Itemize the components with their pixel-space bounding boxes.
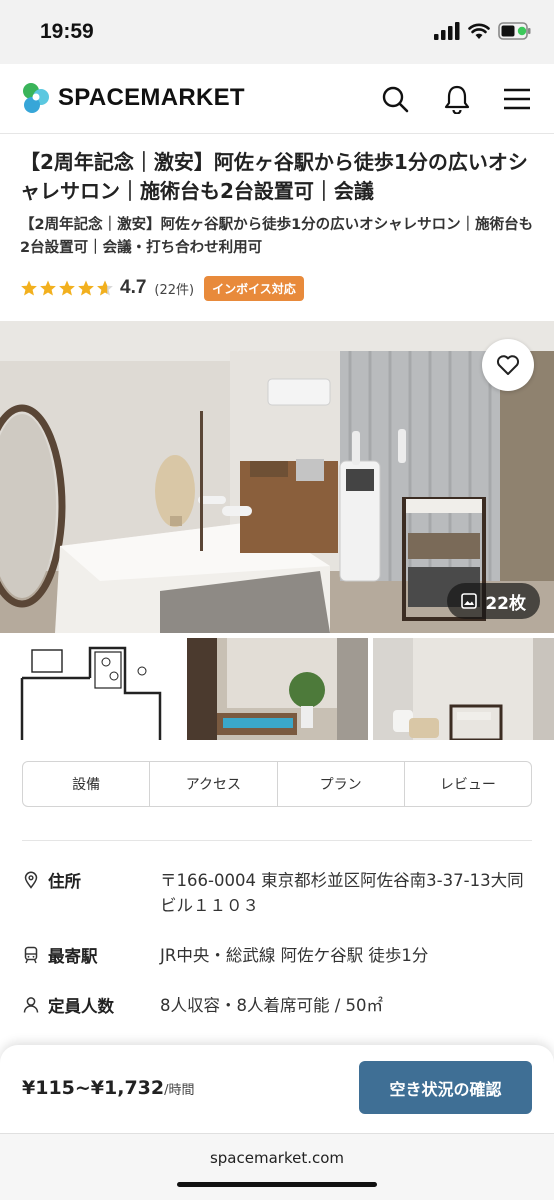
divider bbox=[22, 840, 532, 841]
tab-equipment[interactable]: 設備 bbox=[23, 762, 151, 806]
menu-icon[interactable] bbox=[502, 84, 532, 114]
price-range: ¥115~¥1,732/時間 bbox=[22, 1077, 195, 1099]
capacity-value: 8人収容・8人着席可能 / 50㎡ bbox=[160, 996, 384, 1015]
thumbnail-floorplan[interactable] bbox=[0, 638, 182, 740]
image-icon bbox=[461, 593, 478, 609]
site-header: SPACEMARKET bbox=[0, 64, 554, 134]
status-time: 19:59 bbox=[40, 20, 94, 43]
thumbnail-photo-2 bbox=[187, 638, 368, 740]
booking-bar: ¥115~¥1,732/時間 空き状況の確認 bbox=[0, 1045, 554, 1133]
thumbnail-photo-3 bbox=[373, 638, 554, 740]
address-row: 住所 〒166-0004 東京都杉並区阿佐谷南3-37-13大同ビル１１０３ bbox=[22, 868, 537, 918]
star-icon bbox=[78, 280, 94, 296]
rating-row[interactable]: 4.7 (22件) インボイス対応 bbox=[20, 274, 304, 302]
thumbnail-2[interactable] bbox=[187, 638, 368, 740]
logo-text: SPACEMARKET bbox=[58, 84, 245, 111]
rating-value: 4.7 bbox=[120, 277, 147, 298]
spacemarket-logo[interactable]: SPACEMARKET bbox=[20, 80, 245, 116]
section-tabs: 設備 アクセス プラン レビュー bbox=[22, 761, 532, 807]
signal-icon bbox=[434, 22, 460, 40]
invoice-badge: インボイス対応 bbox=[204, 275, 304, 301]
url-text: spacemarket.com bbox=[209, 1149, 345, 1167]
hero-photo[interactable]: 22枚 bbox=[0, 321, 554, 633]
status-bar: 19:59 bbox=[0, 0, 554, 64]
address-label: 住所 bbox=[48, 872, 81, 891]
wifi-icon bbox=[468, 23, 490, 39]
rating-stars bbox=[20, 279, 114, 297]
station-row: 最寄駅 JR中央・総武線 阿佐ケ谷駅 徒歩1分 bbox=[22, 943, 537, 968]
photo-count-label: 22枚 bbox=[485, 593, 526, 614]
tab-plan[interactable]: プラン bbox=[278, 762, 405, 806]
favorite-button[interactable] bbox=[482, 339, 534, 391]
battery-icon bbox=[498, 22, 531, 40]
capacity-label: 定員人数 bbox=[48, 997, 114, 1016]
heart-icon bbox=[496, 355, 520, 375]
station-label: 最寄駅 bbox=[48, 947, 98, 966]
listing-subtitle: 【2周年記念｜激安】阿佐ヶ谷駅から徒歩1分の広いオシャレサロン｜施術台も2台設置… bbox=[20, 217, 534, 256]
star-half-icon bbox=[97, 280, 113, 296]
status-icons bbox=[434, 22, 532, 40]
address-label-group: 住所 bbox=[22, 868, 160, 918]
location-pin-icon bbox=[24, 871, 38, 889]
price-value: ¥115~¥1,732 bbox=[22, 1077, 165, 1099]
browser-url-bar[interactable]: spacemarket.com bbox=[0, 1133, 554, 1200]
station-label-group: 最寄駅 bbox=[22, 943, 160, 968]
star-icon bbox=[40, 280, 56, 296]
station-value: JR中央・総武線 阿佐ケ谷駅 徒歩1分 bbox=[160, 946, 429, 965]
floorplan-image bbox=[0, 638, 182, 740]
person-icon bbox=[23, 997, 39, 1013]
capacity-label-group: 定員人数 bbox=[22, 993, 160, 1018]
listing-title: 【2周年記念｜激安】阿佐ヶ谷駅から徒歩1分の広いオシャレサロン｜施術台も2台設置… bbox=[20, 150, 528, 203]
bell-icon[interactable] bbox=[442, 84, 472, 114]
home-indicator[interactable] bbox=[177, 1182, 377, 1187]
capacity-row: 定員人数 8人収容・8人着席可能 / 50㎡ bbox=[22, 993, 537, 1018]
star-icon bbox=[21, 280, 37, 296]
address-value: 〒166-0004 東京都杉並区阿佐谷南3-37-13大同ビル１１０３ bbox=[160, 871, 524, 915]
search-icon[interactable] bbox=[380, 84, 410, 114]
price-unit: /時間 bbox=[164, 1083, 195, 1098]
check-availability-button[interactable]: 空き状況の確認 bbox=[359, 1061, 532, 1114]
train-icon bbox=[24, 946, 38, 964]
photo-count-button[interactable]: 22枚 bbox=[447, 583, 540, 619]
star-icon bbox=[59, 280, 75, 296]
thumbnail-strip bbox=[0, 638, 554, 740]
tab-access[interactable]: アクセス bbox=[150, 762, 278, 806]
thumbnail-3[interactable] bbox=[373, 638, 554, 740]
tab-review[interactable]: レビュー bbox=[405, 762, 531, 806]
logo-mark-icon bbox=[23, 83, 49, 113]
review-count[interactable]: (22件) bbox=[154, 279, 194, 298]
